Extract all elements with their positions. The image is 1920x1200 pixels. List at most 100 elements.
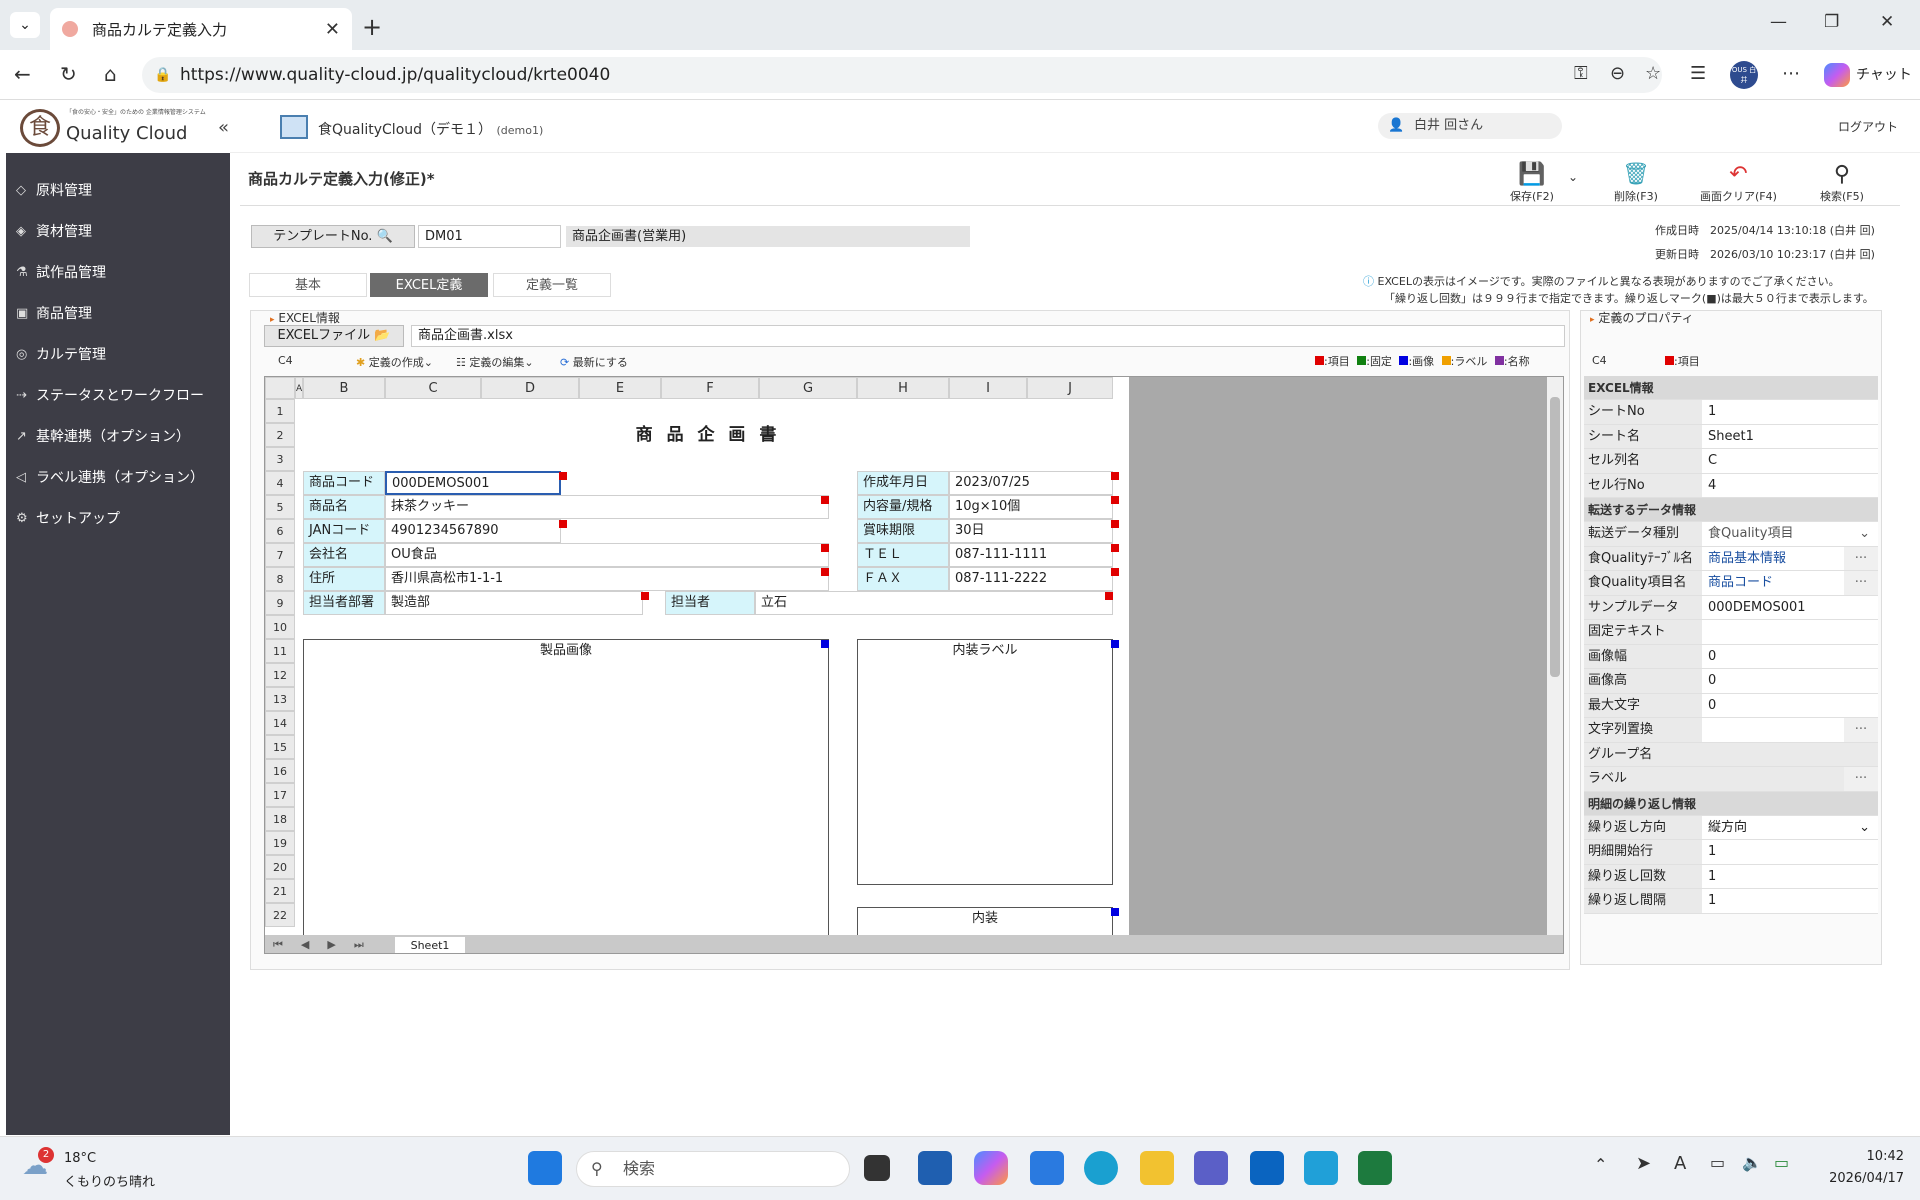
outlook-icon[interactable] [1250,1151,1284,1185]
save-button[interactable]: 💾 保存(F2) [1510,162,1554,204]
row-header[interactable]: 7 [265,543,295,567]
corner-cell[interactable] [265,377,295,399]
column-header[interactable]: D [481,377,579,399]
row-header[interactable]: 16 [265,759,295,783]
prop-string-replace[interactable]: 文字列置換 ··· [1584,718,1878,743]
prop-image-height[interactable]: 画像高 0 [1584,669,1878,694]
column-header[interactable]: H [857,377,949,399]
tab-basic[interactable]: 基本 [249,273,367,297]
prop-repeat-count[interactable]: 繰り返し回数 1 [1584,864,1878,889]
prop-group-name[interactable]: グループ名 [1584,742,1878,767]
tab-excel-definition[interactable]: EXCEL定義 [370,273,488,297]
save-dropdown-icon[interactable]: ⌄ [1568,170,1578,184]
row-header[interactable]: 15 [265,735,295,759]
app-logo[interactable]: 食 「食の安心・安全」のための 企業情報管理システム Quality Cloud [6,101,230,153]
tab-definition-list[interactable]: 定義一覧 [493,273,611,297]
row-header[interactable]: 5 [265,495,295,519]
cell-code-value[interactable]: 000DEMOS001 [385,471,561,495]
user-menu[interactable]: 👤 白井 回さん [1378,113,1562,139]
search-button[interactable]: ⚲ 検索(F5) [1820,162,1864,204]
profile-avatar[interactable]: OUS 白井 [1730,61,1758,89]
clock-time[interactable]: 10:42 [1832,1149,1904,1164]
cell-company-value[interactable]: OU食品 [385,543,829,567]
cell-date-label[interactable]: 作成年月日 [857,471,949,495]
favorite-star-icon[interactable]: ☆ [1645,63,1661,84]
row-header[interactable]: 18 [265,807,295,831]
cell-code-label[interactable]: 商品コード [303,471,385,495]
template-no-field[interactable]: DM01 [418,225,561,248]
row-header[interactable]: 14 [265,711,295,735]
row-header[interactable]: 2 [265,423,295,447]
app-c-icon[interactable] [1304,1151,1338,1185]
logout-link[interactable]: ログアウト [1838,118,1898,135]
sheet-nav-arrows-icon[interactable]: ⏮◀▶⏭ [273,938,382,952]
reload-icon[interactable]: ↻ [60,62,77,86]
row-header[interactable]: 17 [265,783,295,807]
row-header[interactable]: 10 [265,615,295,639]
cell-inner[interactable]: 内装 [857,907,1113,937]
prop-fixed-text[interactable]: 固定テキスト [1584,620,1878,645]
chevron-down-icon[interactable]: ⌄ [1859,816,1870,840]
row-header[interactable]: 8 [265,567,295,591]
prop-item-name[interactable]: 食Quality項目名 商品コード ··· [1584,571,1878,596]
row-header[interactable]: 11 [265,639,295,663]
column-header[interactable]: B [303,377,385,399]
sidebar-item-label-integration[interactable]: ◁ ラベル連携（オプション） [16,467,204,487]
row-header[interactable]: 19 [265,831,295,855]
prop-table-name[interactable]: 食Qualityﾃｰﾌﾞﾙ名 商品基本情報 ··· [1584,546,1878,571]
cell-date-value[interactable]: 2023/07/25 [949,471,1113,495]
battery-icon[interactable]: ▭ [1774,1153,1789,1172]
url-input[interactable]: 🔒 https://www.quality-cloud.jp/qualitycl… [142,57,1662,93]
column-header[interactable]: C [385,377,481,399]
column-header[interactable]: J [1027,377,1113,399]
back-arrow-icon[interactable]: ← [14,62,31,86]
row-header[interactable]: 22 [265,903,295,927]
cell-company-label[interactable]: 会社名 [303,543,385,567]
cell-name-value[interactable]: 抹茶クッキー [385,495,829,519]
teams-icon[interactable] [1194,1151,1228,1185]
row-header[interactable]: 3 [265,447,295,471]
cell-name-label[interactable]: 商品名 [303,495,385,519]
cell-person-label[interactable]: 担当者 [665,591,755,615]
copilot-chat-button[interactable]: チャット [1818,60,1914,90]
column-header[interactable]: I [949,377,1027,399]
column-header[interactable]: E [579,377,661,399]
cell-product-image[interactable]: 製品画像 [303,639,829,939]
new-tab-button[interactable]: + [362,13,382,41]
tab-close-icon[interactable]: ✕ [325,19,340,40]
favorites-list-icon[interactable]: ☰ [1690,63,1706,84]
sidebar-item-workflow[interactable]: ⇢ ステータスとワークフロー [16,385,204,405]
copilot-app-icon[interactable] [974,1151,1008,1185]
taskbar-search[interactable]: ⚲ 検索 [576,1151,850,1187]
cell-fax-value[interactable]: 087-111-2222 [949,567,1113,591]
prop-image-width[interactable]: 画像幅 0 [1584,644,1878,669]
more-dots-icon[interactable]: ··· [1844,571,1878,595]
close-window-button[interactable]: ✕ [1880,12,1894,32]
excel-icon[interactable] [1358,1151,1392,1185]
cell-volume-value[interactable]: 10g×10個 [949,495,1113,519]
clock-date[interactable]: 2026/04/17 [1812,1171,1904,1186]
minimize-button[interactable]: — [1770,12,1787,32]
maximize-button[interactable]: ❐ [1824,12,1839,32]
more-dots-icon[interactable]: ··· [1844,767,1878,791]
edit-definition-menu[interactable]: ☷ 定義の編集⌄ [456,354,534,370]
sidebar-item-core-integration[interactable]: ↗ 基幹連携（オプション） [16,426,190,446]
key-icon[interactable]: ⚿ [1574,63,1588,84]
cell-volume-label[interactable]: 内容量/規格 [857,495,949,519]
cell-jan-label[interactable]: JANコード [303,519,385,543]
zoom-out-icon[interactable]: ⊖ [1610,63,1625,84]
edge-icon[interactable] [1084,1151,1118,1185]
sheet-tab[interactable]: Sheet1 [395,937,465,953]
sidebar-item-prototypes[interactable]: ⚗ 試作品管理 [16,262,106,282]
sidebar-item-materials[interactable]: ◇ 原料管理 [16,180,92,200]
prop-sample-data[interactable]: サンプルデータ 000DEMOS001 [1584,595,1878,620]
more-dots-icon[interactable]: ··· [1844,718,1878,742]
cell-person-value[interactable]: 立石 [755,591,1113,615]
row-header[interactable]: 21 [265,879,295,903]
column-header[interactable]: F [661,377,759,399]
file-explorer-icon[interactable] [1140,1151,1174,1185]
snipping-icon[interactable] [1030,1151,1064,1185]
row-header[interactable]: 20 [265,855,295,879]
cell-address-value[interactable]: 香川県高松市1-1-1 [385,567,829,591]
refresh-button[interactable]: ⟳ 最新にする [560,354,628,370]
